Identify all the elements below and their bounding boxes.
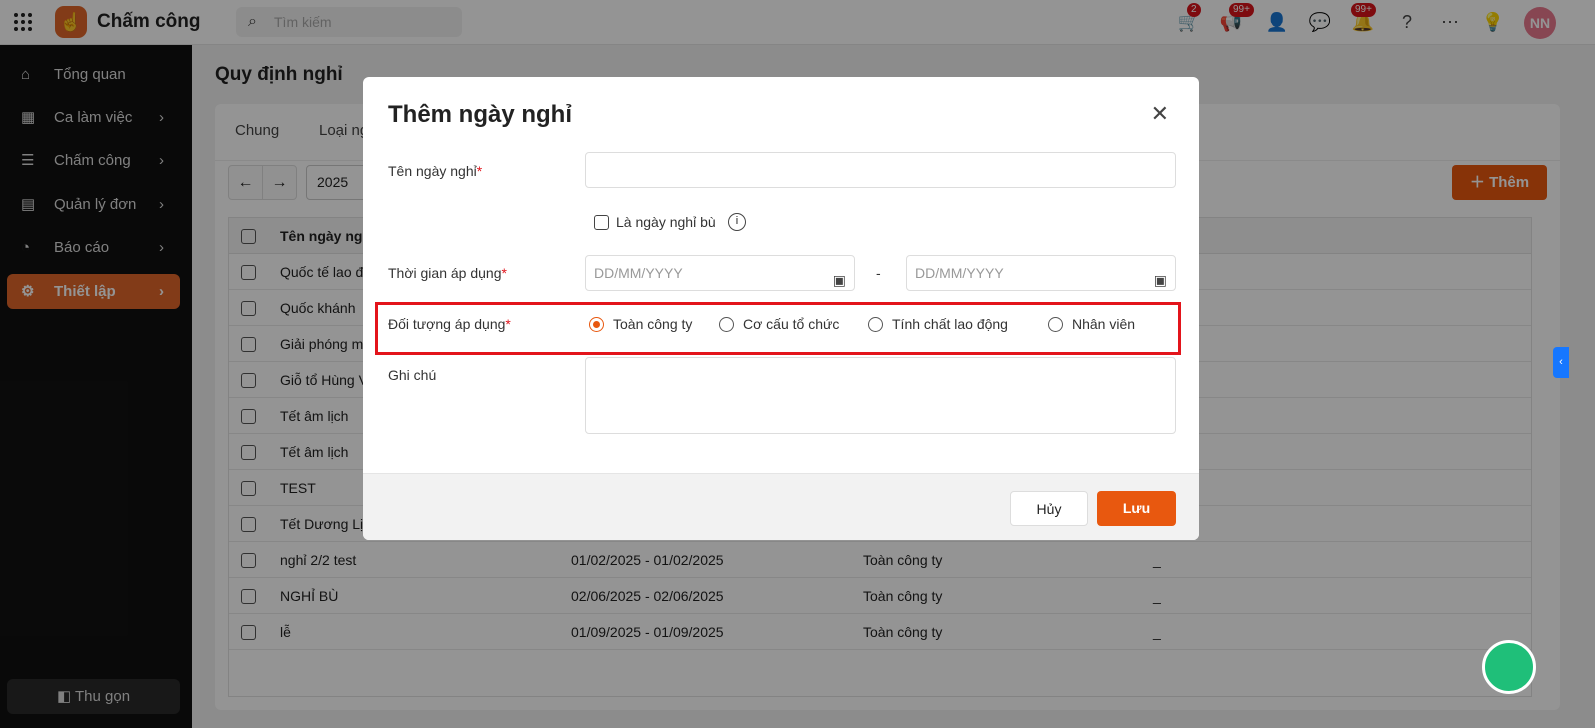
close-icon[interactable]: ✕ [1151, 101, 1169, 127]
save-button[interactable]: Lưu [1097, 491, 1176, 526]
radio-label: Cơ cấu tổ chức [743, 316, 840, 332]
cancel-button[interactable]: Hủy [1010, 491, 1088, 526]
holiday-name-input[interactable] [585, 152, 1176, 188]
radio-label: Tính chất lao động [892, 316, 1008, 332]
end-date-input[interactable]: DD/MM/YYYY ▣ [906, 255, 1176, 291]
note-textarea[interactable] [585, 357, 1176, 434]
dialog-title: Thêm ngày nghỉ [388, 101, 573, 128]
radio-label: Nhân viên [1072, 316, 1136, 332]
compensatory-checkbox[interactable] [594, 215, 609, 230]
target-label: Đối tượng áp dụng* [388, 316, 511, 332]
date-separator: - [876, 265, 881, 281]
dialog-footer: Hủy Lưu [363, 473, 1199, 540]
chatbot-icon[interactable] [1482, 640, 1536, 694]
calendar-icon: ▣ [832, 272, 846, 288]
radio-label: Toàn công ty [613, 316, 693, 332]
name-label: Tên ngày nghỉ* [388, 163, 483, 179]
radio-labor-type[interactable] [868, 317, 883, 332]
compensatory-label: Là ngày nghỉ bù [616, 214, 716, 230]
add-holiday-dialog: Thêm ngày nghỉ ✕ Tên ngày nghỉ* Là ngày … [363, 77, 1199, 540]
start-date-input[interactable]: DD/MM/YYYY ▣ [585, 255, 855, 291]
time-label: Thời gian áp dụng* [388, 265, 507, 281]
side-panel-toggle[interactable]: ‹ [1553, 347, 1569, 378]
calendar-icon: ▣ [1153, 272, 1167, 288]
note-label: Ghi chú [388, 367, 437, 383]
radio-employee[interactable] [1048, 317, 1063, 332]
info-icon[interactable]: i [728, 213, 746, 231]
radio-org-structure[interactable] [719, 317, 734, 332]
radio-whole-company[interactable] [589, 317, 604, 332]
